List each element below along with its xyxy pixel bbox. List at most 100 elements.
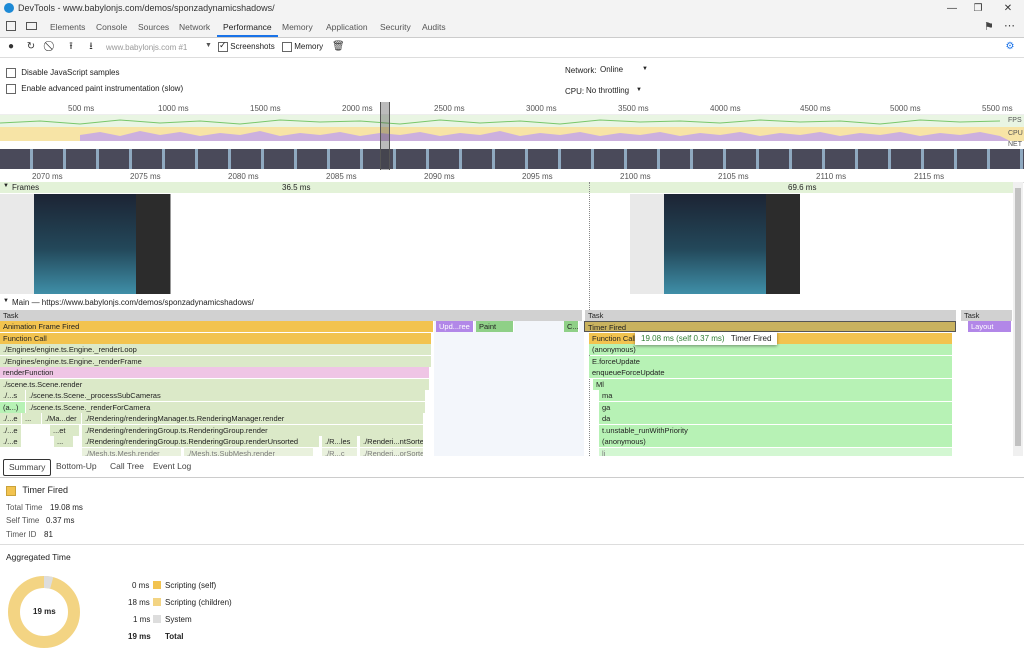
- render-function-bar[interactable]: renderFunction: [0, 367, 430, 378]
- clear-icon[interactable]: ⃠: [45, 41, 57, 53]
- task-bar[interactable]: Task: [961, 310, 1013, 321]
- render-loop-bar[interactable]: ./Engines/engine.ts.Engine._renderLoop: [0, 344, 432, 355]
- ma-bar[interactable]: ma: [599, 390, 953, 401]
- legend-swatch: [153, 581, 161, 589]
- main-header[interactable]: ▼ Main — https://www.babylonjs.com/demos…: [0, 297, 1013, 308]
- download-profile-icon[interactable]: ⭳: [85, 41, 97, 53]
- tab-application[interactable]: Application: [320, 17, 374, 37]
- stack-prefix-bar[interactable]: ./...e: [0, 413, 22, 424]
- composite-bar[interactable]: C...: [564, 321, 579, 332]
- timeline-overview[interactable]: 500 ms 1000 ms 1500 ms 2000 ms 2500 ms 3…: [0, 102, 1024, 171]
- legend-value: 18 ms: [128, 598, 150, 607]
- tab-summary[interactable]: Summary: [3, 459, 52, 476]
- chevron-down-icon[interactable]: ▼: [205, 42, 212, 49]
- inspect-icon[interactable]: [6, 21, 16, 31]
- tooltip-label: Timer Fired: [730, 334, 772, 343]
- memory-checkbox[interactable]: Memory: [282, 42, 323, 52]
- tab-security[interactable]: Security: [374, 17, 417, 37]
- stack-short-bar[interactable]: ./R...les: [322, 436, 358, 447]
- gear-icon[interactable]: ⚙: [1004, 41, 1016, 53]
- tab-event-log[interactable]: Event Log: [148, 459, 196, 474]
- frames-track: ▼ Frames 36.5 ms 69.6 ms: [0, 182, 1013, 456]
- advanced-paint-check-icon[interactable]: [6, 84, 16, 94]
- legend-label: Scripting (children): [165, 598, 232, 607]
- self-time-label: Self Time: [6, 516, 40, 525]
- minimize-button[interactable]: —: [938, 1, 966, 16]
- ml-bar[interactable]: Ml: [593, 379, 953, 390]
- timer-fired-bar[interactable]: Timer Fired: [584, 321, 956, 332]
- capture-settings: Disable JavaScript samples Enable advanc…: [0, 58, 1024, 103]
- profile-select[interactable]: www.babylonjs.com #1: [106, 43, 187, 52]
- frames-header[interactable]: ▼ Frames 36.5 ms 69.6 ms: [0, 182, 1013, 193]
- tab-call-tree[interactable]: Call Tree: [105, 459, 149, 474]
- layout-bar[interactable]: Layout: [968, 321, 1012, 332]
- selection-window[interactable]: [380, 102, 390, 170]
- device-toolbar-icon[interactable]: [26, 22, 37, 30]
- stack-short-bar[interactable]: ./Ma...der: [42, 413, 82, 424]
- task-bar[interactable]: Task: [585, 310, 957, 321]
- disable-js-samples-checkbox[interactable]: Disable JavaScript samples: [6, 68, 120, 78]
- cpu-throttle-select[interactable]: No throttling ▼: [586, 86, 642, 95]
- legend-value: 0 ms: [132, 581, 150, 590]
- disable-js-samples-check-icon[interactable]: [6, 68, 16, 78]
- upload-profile-icon[interactable]: ⭱: [65, 41, 77, 53]
- update-tree-bar[interactable]: Upd...ree: [436, 321, 474, 332]
- tab-sources[interactable]: Sources: [132, 17, 175, 37]
- enqueue-force-update-bar[interactable]: enqueueForceUpdate: [589, 367, 953, 378]
- legend-total-value: 19 ms: [128, 632, 151, 641]
- stack-prefix-bar[interactable]: ./...e: [0, 436, 22, 447]
- rendering-manager-bar[interactable]: ./Rendering/renderingManager.ts.Renderin…: [82, 413, 424, 424]
- more-options-icon[interactable]: ⋯: [1004, 19, 1015, 32]
- restore-button[interactable]: ❐: [964, 1, 992, 16]
- stack-dots-bar[interactable]: ...: [22, 413, 42, 424]
- stack-prefix-bar[interactable]: ./...e: [0, 425, 22, 436]
- tab-memory[interactable]: Memory: [276, 17, 319, 37]
- process-subcameras-bar[interactable]: ./scene.ts.Scene._processSubCameras: [26, 390, 426, 401]
- task-bar[interactable]: Task: [0, 310, 583, 321]
- fps-label: FPS: [1008, 117, 1022, 124]
- flame-chart-scrollbar[interactable]: [1013, 182, 1023, 456]
- net-track: NET: [0, 141, 1024, 149]
- network-throttle-select[interactable]: Online ▼: [600, 65, 648, 74]
- stack-prefix-bar[interactable]: (a...): [0, 402, 26, 413]
- scrollbar-thumb[interactable]: [1015, 188, 1021, 446]
- garbage-collect-icon[interactable]: 🗑: [332, 41, 345, 53]
- tab-console[interactable]: Console: [90, 17, 133, 37]
- stack-dots-bar[interactable]: ...: [54, 436, 74, 447]
- reload-record-icon[interactable]: ↻: [25, 41, 37, 53]
- main-thread-track: ▼ Main — https://www.babylonjs.com/demos…: [0, 296, 1013, 459]
- paint-bar[interactable]: Paint: [476, 321, 514, 332]
- memory-check-icon[interactable]: [282, 42, 292, 52]
- tab-elements[interactable]: Elements: [44, 17, 91, 37]
- detail-tick: 2115 ms: [914, 172, 945, 181]
- scene-render-bar[interactable]: ./scene.ts.Scene.render: [0, 379, 430, 390]
- da-bar[interactable]: da: [599, 413, 953, 424]
- tab-network[interactable]: Network: [173, 17, 216, 37]
- advanced-paint-checkbox[interactable]: Enable advanced paint instrumentation (s…: [6, 84, 183, 94]
- stack-prefix-bar[interactable]: ./...s: [0, 390, 26, 401]
- render-for-camera-bar[interactable]: ./scene.ts.Scene._renderForCamera: [26, 402, 426, 413]
- stack-short-bar[interactable]: ./Renderi...ntSorted: [360, 436, 424, 447]
- anonymous-bar[interactable]: (anonymous): [589, 344, 953, 355]
- anonymous-bar[interactable]: (anonymous): [599, 436, 953, 447]
- render-frame-bar[interactable]: ./Engines/engine.ts.Engine._renderFrame: [0, 356, 432, 367]
- rendering-group-bar[interactable]: ./Rendering/renderingGroup.ts.RenderingG…: [82, 425, 424, 436]
- overview-tick: 2000 ms: [342, 104, 373, 113]
- screenshots-check-icon[interactable]: [218, 40, 228, 52]
- tab-performance[interactable]: Performance: [217, 17, 278, 37]
- feedback-icon[interactable]: ⚑: [984, 20, 994, 33]
- close-button[interactable]: ✕: [994, 1, 1022, 16]
- run-with-priority-bar[interactable]: t.unstable_runWithPriority: [599, 425, 953, 436]
- force-update-bar[interactable]: E.forceUpdate: [589, 356, 953, 367]
- function-call-bar[interactable]: Function Call: [0, 333, 432, 344]
- record-icon[interactable]: ●: [5, 41, 17, 53]
- tab-audits[interactable]: Audits: [416, 17, 452, 37]
- animation-frame-bar[interactable]: Animation Frame Fired: [0, 321, 434, 332]
- fps-track: FPS: [0, 115, 1024, 127]
- network-throttle-value: Online: [600, 65, 624, 74]
- stack-short-bar[interactable]: ...et: [50, 425, 80, 436]
- render-unsorted-bar[interactable]: ./Rendering/renderingGroup.ts.RenderingG…: [82, 436, 320, 447]
- tab-bottom-up[interactable]: Bottom-Up: [51, 459, 102, 474]
- ga-bar[interactable]: ga: [599, 402, 953, 413]
- screenshots-checkbox[interactable]: Screenshots: [218, 40, 275, 52]
